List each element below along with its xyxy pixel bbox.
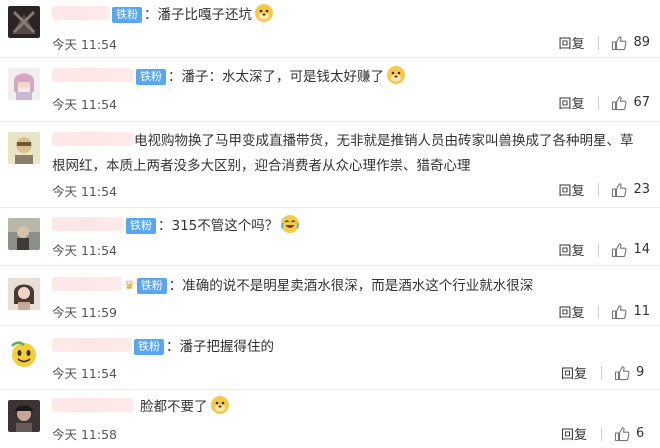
doge-emoji-icon (254, 3, 274, 23)
comment-item: ♛ 铁粉 ：准确的说不是明星卖酒水很深，而是酒水这个行业就水很深 今天 11:59 … (0, 266, 660, 326)
comment-text: 潘子：水太深了，可是钱太好赚了 (181, 69, 385, 85)
username[interactable] (52, 6, 110, 20)
like-button[interactable]: 6 (614, 426, 650, 442)
like-button[interactable]: 9 (614, 365, 650, 381)
fan-badge: 铁粉 (126, 218, 156, 234)
thumbs-up-icon (612, 304, 627, 319)
timestamp: 今天 11:54 (52, 366, 117, 381)
laugh-cry-emoji-icon (280, 214, 300, 234)
fan-badge: 铁粉 (136, 69, 166, 85)
fan-badge: 铁粉 (112, 7, 142, 23)
thumbs-up-icon (612, 95, 627, 110)
divider (598, 35, 600, 50)
thumbs-up-icon (614, 426, 630, 441)
comment-list: 铁粉 ：潘子比嘎子还坑 今天 11:54 回复 89 铁粉 ：潘子：水太深了，可是钱… (0, 0, 660, 448)
thumbs-up-icon (612, 242, 627, 257)
avatar[interactable] (8, 132, 40, 164)
avatar[interactable] (8, 68, 40, 100)
avatar[interactable] (8, 400, 40, 432)
comment-item: 电视购物换了马甲变成直播带货，无非就是推销人员由砖家叫兽换成了各种明星、草根网红… (0, 122, 660, 208)
comment-item: 脸都不要了 今天 11:58 回复 6 (0, 390, 660, 448)
comment-item: 铁粉 ：潘子：水太深了，可是钱太好赚了 今天 11:54 回复 67 (0, 58, 660, 122)
thumbs-up-icon (612, 35, 627, 50)
timestamp: 今天 11:58 (52, 427, 117, 442)
reply-button[interactable]: 回复 (558, 302, 584, 321)
divider (598, 242, 600, 257)
thumbs-up-icon (614, 365, 630, 380)
like-button[interactable]: 89 (611, 35, 650, 51)
comment-content: 铁粉 ：315不管这个吗？ (52, 214, 640, 238)
username[interactable] (52, 277, 122, 291)
username[interactable] (52, 217, 124, 231)
timestamp: 今天 11:54 (52, 184, 117, 199)
comment-actions: 回复 6 (561, 424, 650, 443)
reply-button[interactable]: 回复 (558, 240, 584, 259)
like-count: 67 (633, 95, 650, 110)
username[interactable] (52, 338, 132, 352)
comment-text: 准确的说不是明星卖酒水很深，而是酒水这个行业就水很深 (182, 278, 534, 294)
thumbs-up-icon (612, 182, 627, 197)
like-count: 89 (633, 35, 650, 50)
fan-badge: 铁粉 (136, 278, 167, 294)
doge-emoji-icon (210, 395, 230, 415)
comment-text: 潘子把握得住的 (179, 339, 275, 355)
like-count: 14 (633, 242, 650, 257)
fan-badge: 铁粉 (134, 339, 164, 355)
username[interactable] (52, 132, 134, 146)
comment-content: 铁粉 ：潘子：水太深了，可是钱太好赚了 (52, 65, 640, 89)
comment-text: 脸都不要了 (140, 399, 208, 415)
username[interactable] (52, 398, 134, 412)
comment-item: 铁粉 ：潘子比嘎子还坑 今天 11:54 回复 89 (0, 0, 660, 58)
username[interactable] (52, 68, 134, 82)
timestamp: 今天 11:59 (52, 305, 117, 320)
comment-content: 电视购物换了马甲变成直播带货，无非就是推销人员由砖家叫兽换成了各种明星、草根网红… (52, 129, 640, 179)
comment-actions: 回复 89 (558, 33, 650, 52)
comment-content: 脸都不要了 (52, 395, 640, 419)
comment-actions: 回复 14 (558, 240, 650, 259)
like-count: 9 (636, 365, 645, 380)
divider (598, 95, 600, 110)
reply-button[interactable]: 回复 (558, 180, 584, 199)
avatar[interactable] (8, 338, 40, 370)
comment-text: 潘子比嘎子还坑 (157, 7, 253, 23)
comment-item: 铁粉 ：潘子把握得住的 今天 11:54 回复 9 (0, 326, 660, 390)
reply-button[interactable]: 回复 (561, 424, 587, 443)
comment-content: 铁粉 ：潘子把握得住的 (52, 335, 640, 359)
like-count: 11 (633, 304, 650, 319)
timestamp: 今天 11:54 (52, 97, 117, 112)
doge-emoji-icon (386, 65, 406, 85)
comment-actions: 回复 67 (558, 93, 650, 112)
comment-text: 315不管这个吗？ (171, 218, 279, 234)
avatar[interactable] (8, 278, 40, 310)
reply-button[interactable]: 回复 (561, 363, 587, 382)
crown-icon: ♛ (124, 278, 135, 292)
divider (601, 426, 602, 441)
divider (601, 365, 602, 380)
timestamp: 今天 11:54 (52, 37, 117, 52)
like-count: 6 (636, 426, 645, 441)
reply-button[interactable]: 回复 (558, 93, 584, 112)
divider (598, 182, 600, 197)
comment-content: ♛ 铁粉 ：准确的说不是明星卖酒水很深，而是酒水这个行业就水很深 (52, 273, 640, 298)
comment-actions: 回复 9 (561, 363, 650, 382)
like-button[interactable]: 23 (611, 182, 650, 198)
comment-actions: 回复 23 (558, 180, 650, 199)
like-button[interactable]: 67 (611, 95, 650, 111)
timestamp: 今天 11:54 (52, 243, 117, 258)
comment-text: 电视购物换了马甲变成直播带货，无非就是推销人员由砖家叫兽换成了各种明星、草根网红… (52, 133, 634, 174)
avatar[interactable] (8, 218, 40, 250)
divider (598, 304, 600, 319)
reply-button[interactable]: 回复 (558, 33, 584, 52)
avatar[interactable] (8, 6, 40, 38)
comment-content: 铁粉 ：潘子比嘎子还坑 (52, 3, 640, 27)
like-button[interactable]: 14 (611, 242, 650, 258)
comment-item: 铁粉 ：315不管这个吗？ 今天 11:54 回复 14 (0, 208, 660, 266)
like-count: 23 (633, 182, 650, 197)
comment-actions: 回复 11 (558, 302, 650, 321)
like-button[interactable]: 11 (611, 304, 650, 320)
